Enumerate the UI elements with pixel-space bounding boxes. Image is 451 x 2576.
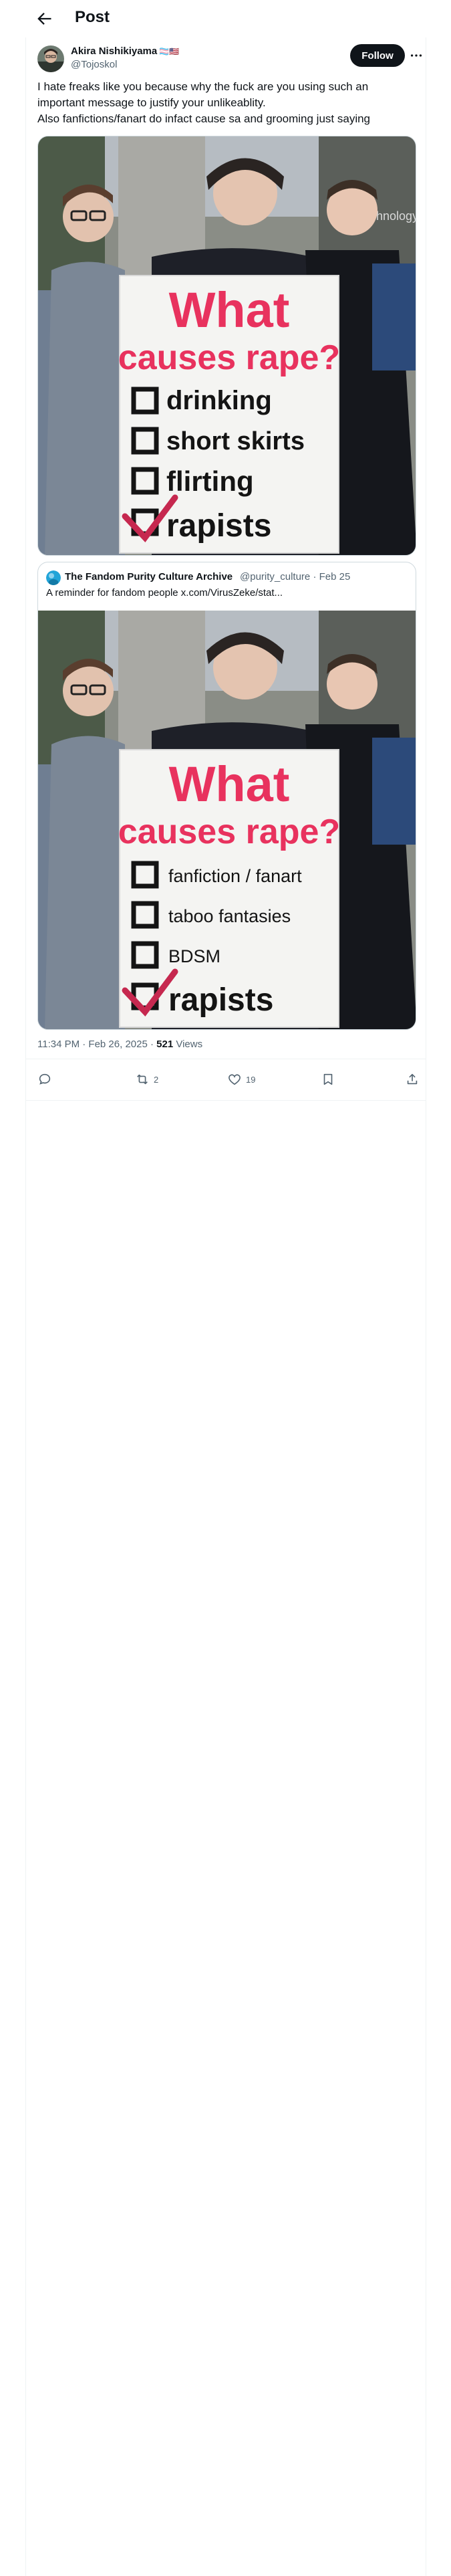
more-options-icon[interactable]: [409, 48, 424, 63]
author-name-text[interactable]: Akira Nishikiyama: [71, 45, 157, 57]
sign-item: BDSM: [168, 946, 220, 966]
sign-item: taboo fantasies: [168, 906, 291, 926]
tweet-text: I hate freaks like you because why the f…: [37, 79, 418, 127]
sign-item: rapists: [166, 508, 271, 544]
post-timestamp: 11:34 PM · Feb 26, 2025 · 521 Views: [37, 1039, 202, 1050]
quoted-image[interactable]: What causes rape? fanfiction / fanart ta…: [38, 611, 416, 1029]
back-arrow-icon[interactable]: [35, 9, 53, 28]
quoted-date[interactable]: Feb 25: [319, 571, 351, 582]
sign-title-line1: What: [169, 756, 290, 812]
repost-count: 2: [154, 1074, 159, 1085]
sign-item: flirting: [166, 465, 254, 497]
sign-item: drinking: [166, 386, 272, 415]
sign-item: fanfiction / fanart: [168, 866, 302, 886]
tweet-text-line: I hate freaks like you because why the f…: [37, 80, 369, 93]
bookmark-button[interactable]: [321, 1066, 335, 1093]
quoted-avatar[interactable]: [46, 570, 61, 585]
share-button[interactable]: [405, 1066, 420, 1093]
avatar[interactable]: [37, 45, 64, 72]
sign-title-line2: causes rape?: [118, 338, 340, 377]
reply-button[interactable]: [37, 1066, 56, 1093]
sign-item: short skirts: [166, 427, 305, 455]
quoted-meta: @purity_culture · Feb 25: [240, 571, 350, 582]
sign-title-line2: causes rape?: [118, 813, 340, 851]
page-title: Post: [75, 8, 110, 26]
tweet-text-line: Also fanfictions/fanart do infact cause …: [37, 112, 371, 125]
like-button[interactable]: 19: [227, 1066, 255, 1093]
bookmark-icon: [323, 1073, 333, 1085]
quoted-protest-photo: What causes rape? fanfiction / fanart ta…: [38, 611, 416, 1029]
views-label: Views: [173, 1039, 203, 1050]
divider: [25, 1100, 426, 1101]
share-icon: [407, 1073, 418, 1085]
protest-photo: Technology What causes rape? drinking sh…: [38, 136, 416, 555]
author-handle[interactable]: @Tojoskol: [71, 59, 117, 70]
quoted-post[interactable]: The Fandom Purity Culture Archive @purit…: [37, 562, 416, 1030]
heart-icon: [229, 1074, 241, 1085]
top-bar: Post: [0, 0, 451, 37]
quoted-author-handle[interactable]: @purity_culture: [240, 571, 310, 582]
timestamp-text[interactable]: 11:34 PM · Feb 26, 2025 ·: [37, 1039, 156, 1050]
repost-icon: [137, 1074, 148, 1085]
sign-item: rapists: [168, 982, 273, 1018]
sign-title-line1: What: [169, 282, 290, 338]
author-name[interactable]: Akira Nishikiyama 🏳️‍⚧️🇺🇸: [71, 45, 179, 57]
quoted-text: A reminder for fandom people x.com/Virus…: [46, 587, 283, 599]
follow-button[interactable]: Follow: [350, 44, 405, 67]
action-bar: 2 19: [37, 1066, 418, 1093]
tweet-text-line: important message to justify your unlike…: [37, 96, 266, 109]
reply-icon: [39, 1073, 51, 1085]
meta-separator: ·: [313, 571, 317, 582]
views-count: 521: [156, 1039, 174, 1050]
repost-button[interactable]: 2: [135, 1066, 158, 1093]
author-flags: 🏳️‍⚧️🇺🇸: [159, 47, 180, 56]
tweet-image[interactable]: Technology What causes rape? drinking sh…: [37, 136, 416, 556]
quoted-author-name[interactable]: The Fandom Purity Culture Archive: [65, 571, 233, 582]
like-count: 19: [246, 1074, 256, 1085]
